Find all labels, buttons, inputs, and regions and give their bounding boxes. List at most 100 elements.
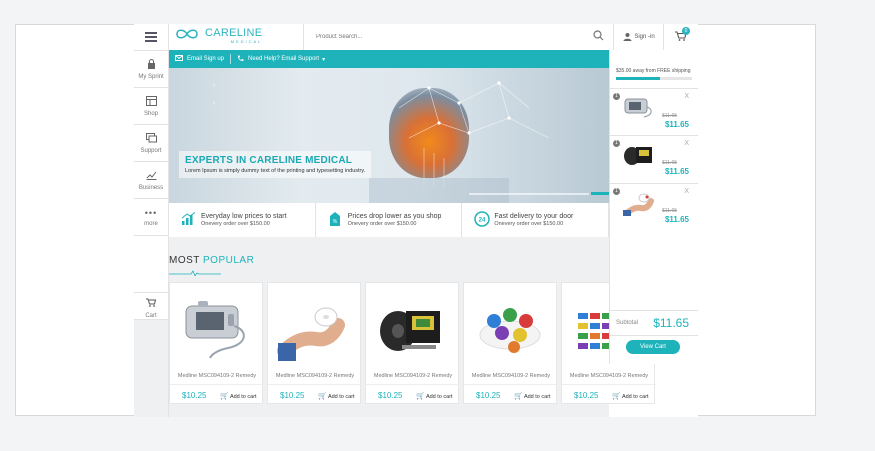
chevron-right-icon: › <box>213 100 216 107</box>
brand-name: CARELINE <box>205 26 263 39</box>
header: CARELINE MEDICAL Sign -in 0 <box>169 24 698 51</box>
help-link[interactable]: Need Help? Email Support ▾ <box>231 55 331 64</box>
rail-item-business[interactable]: Business <box>134 162 168 199</box>
feature-title: Everyday low prices to start <box>201 213 287 220</box>
hamburger-icon <box>145 31 157 43</box>
product-price: $10.25 <box>574 391 599 400</box>
rail-item-more[interactable]: ••• more <box>134 199 168 236</box>
hero-title: EXPERTS IN CARELINE MEDICAL <box>185 155 353 166</box>
feature-subtitle: Onevery order over $150.00 <box>201 221 270 227</box>
product-image <box>277 307 345 361</box>
feature-item: Everyday low prices to start Onevery ord… <box>169 203 316 237</box>
item-old-price: $11.65 <box>662 160 677 166</box>
search-bar <box>303 24 614 50</box>
rail-item-cart[interactable]: Cart <box>134 292 168 320</box>
business-icon <box>146 170 157 183</box>
product-name: Medline MSC094109-2 Remedy <box>275 373 355 379</box>
product-price: $10.25 <box>476 391 501 400</box>
product-name: Medline MSC094109-2 Remedy <box>569 373 649 379</box>
logo[interactable]: CARELINE MEDICAL <box>175 27 262 44</box>
add-to-cart-button[interactable]: 🛒 Add to cart <box>514 392 551 400</box>
rail-item-label: more <box>144 220 158 227</box>
product-price: $10.25 <box>182 391 207 400</box>
cart-item[interactable]: 1 X $11.65 $11.65 <box>610 88 698 133</box>
shipping-note: $35.00 away from FREE shipping <box>616 68 691 74</box>
product-card[interactable]: Medline MSC094109-2 Remedy $10.25 🛒 Add … <box>463 282 558 404</box>
add-to-cart-button[interactable]: 🛒 Add to cart <box>416 392 453 400</box>
svg-text:%: % <box>332 219 337 225</box>
signin-button[interactable]: Sign -in <box>613 24 664 50</box>
feature-title: Fast delivery to your door <box>494 213 574 220</box>
divider <box>464 384 558 385</box>
rail-item-shop[interactable]: Shop <box>134 88 168 125</box>
remove-item-button[interactable]: X <box>684 188 689 195</box>
search-input[interactable] <box>314 33 558 41</box>
cart-item[interactable]: 1 X $11.65 $11.65 <box>610 135 698 180</box>
phone-icon <box>237 55 244 64</box>
cart-icon <box>146 294 157 312</box>
price-tag-icon: % <box>328 211 348 230</box>
rail-item-my-sprint[interactable]: My Sprint <box>134 51 168 88</box>
shipping-progress-bar <box>616 77 692 80</box>
remove-item-button[interactable]: X <box>684 93 689 100</box>
divider <box>170 384 264 385</box>
utility-bar: Email Sign up Need Help? Email Support ▾ <box>169 50 609 68</box>
divider <box>562 384 656 385</box>
remove-item-button[interactable]: X <box>684 140 689 147</box>
hero-caption: EXPERTS IN CARELINE MEDICAL Lorem Ipsum … <box>179 151 372 178</box>
product-card[interactable]: Medline MSC094109-2 Remedy $10.25 🛒 Add … <box>169 282 264 404</box>
rail-item-label: Business <box>138 184 164 191</box>
slider-track[interactable] <box>469 193 589 195</box>
header-cart-button[interactable]: 0 <box>663 24 698 50</box>
cart-icon: 🛒 <box>612 393 621 400</box>
add-to-cart-label: Add to cart <box>621 394 649 400</box>
shipping-progress-fill <box>616 77 661 80</box>
mini-cart-panel: $35.00 away from FREE shipping 1 X $11.6… <box>609 50 698 364</box>
menu-button[interactable] <box>134 24 168 51</box>
most-popular-section: MOST POPULAR Medline MSC094109-2 Remedy … <box>169 237 656 417</box>
add-to-cart-button[interactable]: 🛒 Add to cart <box>318 392 355 400</box>
item-qty-badge: 1 <box>613 93 620 100</box>
brand-tagline: MEDICAL <box>230 38 263 44</box>
search-icon[interactable] <box>593 30 604 44</box>
divider <box>268 384 362 385</box>
product-card[interactable]: Medline MSC094109-2 Remedy $10.25 🛒 Add … <box>267 282 362 404</box>
logo-mark-icon <box>175 27 199 44</box>
product-price: $10.25 <box>280 391 305 400</box>
support-icon <box>145 132 157 146</box>
product-image <box>185 301 245 359</box>
view-cart-button[interactable]: View Cart <box>626 340 680 354</box>
cart-icon: 🛒 <box>220 393 229 400</box>
product-name: Medline MSC094109-2 Remedy <box>177 373 257 379</box>
section-title: MOST POPULAR <box>169 255 254 266</box>
email-signup-label: Email Sign up <box>187 56 225 62</box>
add-to-cart-button[interactable]: 🛒 Add to cart <box>220 392 257 400</box>
cart-item-image <box>624 98 652 118</box>
slider-indicator[interactable] <box>591 192 609 195</box>
cart-count-badge: 0 <box>682 27 690 35</box>
add-to-cart-label: Add to cart <box>523 394 551 400</box>
chevron-right-icon: › <box>213 82 216 89</box>
product-list: Medline MSC094109-2 Remedy $10.25 🛒 Add … <box>169 282 659 404</box>
feature-title: Prices drop lower as you shop <box>347 213 442 220</box>
rail-item-support[interactable]: Support <box>134 125 168 162</box>
product-name: Medline MSC094109-2 Remedy <box>373 373 453 379</box>
mail-icon <box>175 55 183 63</box>
subtotal-row: Subtotal $11.65 <box>610 310 698 336</box>
product-image <box>380 311 440 351</box>
add-to-cart-button[interactable]: 🛒 Add to cart <box>612 392 649 400</box>
cart-item-image <box>624 147 652 165</box>
item-old-price: $11.65 <box>662 208 677 214</box>
app-window: My Sprint Shop Support Business ••• more <box>134 24 698 417</box>
product-card[interactable]: Medline MSC094109-2 Remedy $10.25 🛒 Add … <box>365 282 460 404</box>
shop-icon <box>145 95 157 109</box>
cart-icon: 🛒 <box>514 393 523 400</box>
left-rail: My Sprint Shop Support Business ••• more <box>134 24 169 417</box>
cart-icon: 🛒 <box>416 393 425 400</box>
rail-item-label: Shop <box>143 110 158 117</box>
cart-icon: 🛒 <box>318 393 327 400</box>
subtotal-label: Subtotal <box>616 320 639 326</box>
cart-item[interactable]: 1 X $11.65 $11.65 <box>610 183 698 228</box>
network-graphic <box>369 81 550 203</box>
email-signup-link[interactable]: Email Sign up <box>169 55 230 63</box>
